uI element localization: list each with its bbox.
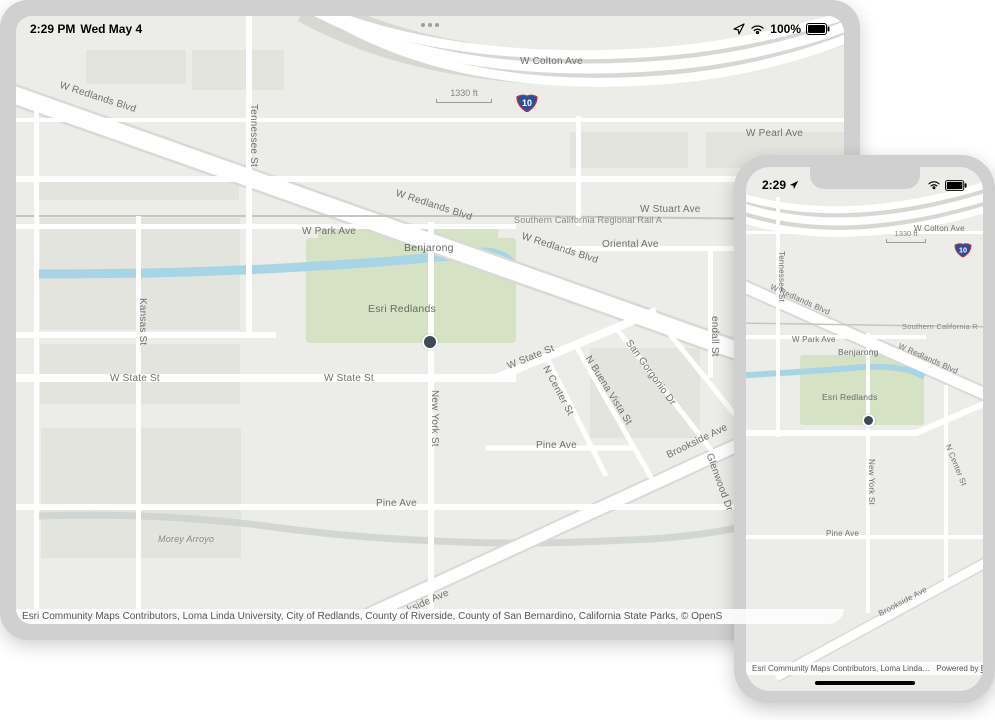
street-label: endall St (709, 316, 720, 357)
street-label: Kansas St (137, 298, 148, 345)
creek-label: Morey Arroyo (158, 534, 214, 544)
battery-percent: 100% (770, 22, 801, 36)
street-label: N Center St (540, 364, 575, 417)
street-label: New York St (429, 390, 440, 447)
wifi-icon (750, 24, 765, 35)
street-label: W Colton Ave (520, 56, 583, 67)
street-label: Pine Ave (376, 498, 417, 509)
status-time: 2:29 PM (30, 22, 75, 36)
home-indicator[interactable] (815, 681, 915, 685)
location-arrow-icon (733, 23, 745, 35)
map-attribution: Esri Community Maps Contributors, Loma L… (746, 662, 983, 675)
street-label: Pine Ave (536, 440, 577, 451)
battery-icon (806, 23, 830, 35)
location-arrow-icon (789, 180, 799, 190)
attribution-text: Esri Community Maps Contributors, Loma L… (752, 664, 930, 673)
poi-label: Benjarong (404, 242, 454, 254)
status-date: Wed May 4 (80, 22, 142, 36)
street-label: W Stuart Ave (640, 204, 701, 215)
street-label: New York St (867, 459, 876, 505)
poi-label: Benjarong (838, 347, 879, 357)
poi-label: Esri Redlands (822, 392, 878, 402)
iphone-notch (810, 167, 920, 189)
interstate-shield-icon: 10 (516, 94, 538, 112)
wifi-icon (927, 180, 941, 190)
rail-label: Southern California Regional Rail A (514, 215, 662, 225)
street-label: W State St (324, 373, 374, 384)
powered-by: Powered by Esri (936, 664, 983, 673)
ipad-status-bar: 2:29 PM Wed May 4 100% (16, 16, 844, 42)
attribution-text: Esri Community Maps Contributors, Loma L… (22, 611, 722, 622)
street-label: Brookside Ave (877, 585, 929, 618)
rail-label: Southern California R (902, 322, 978, 331)
street-label: Pine Ave (826, 529, 859, 538)
street-label: W State St (110, 373, 160, 384)
street-label: W Redlands Blvd (394, 188, 473, 223)
battery-icon (945, 180, 967, 191)
current-location-icon (422, 334, 438, 350)
street-label: W Park Ave (302, 226, 356, 237)
map-scale: 1330 ft (886, 229, 926, 243)
street-label: W Park Ave (792, 335, 836, 344)
interstate-shield-icon: 10 (954, 243, 972, 257)
ipad-device-frame: 2:29 PM Wed May 4 100% (0, 0, 860, 640)
ipad-screen: 2:29 PM Wed May 4 100% (16, 16, 844, 624)
current-location-icon (862, 414, 875, 427)
poi-label: Esri Redlands (368, 303, 436, 315)
esri-link[interactable]: Esri (981, 664, 983, 673)
map-scale: 1330 ft (436, 88, 492, 103)
street-label: W Redlands Blvd (58, 80, 137, 115)
street-label: Oriental Ave (602, 239, 659, 250)
street-label: Tennessee St (248, 104, 259, 167)
map-attribution: Esri Community Maps Contributors, Loma L… (16, 609, 844, 624)
status-time: 2:29 (762, 178, 786, 192)
map-view[interactable]: W Redlands Blvd W Redlands Blvd W Redlan… (16, 16, 844, 624)
street-label: W Pearl Ave (746, 128, 803, 139)
